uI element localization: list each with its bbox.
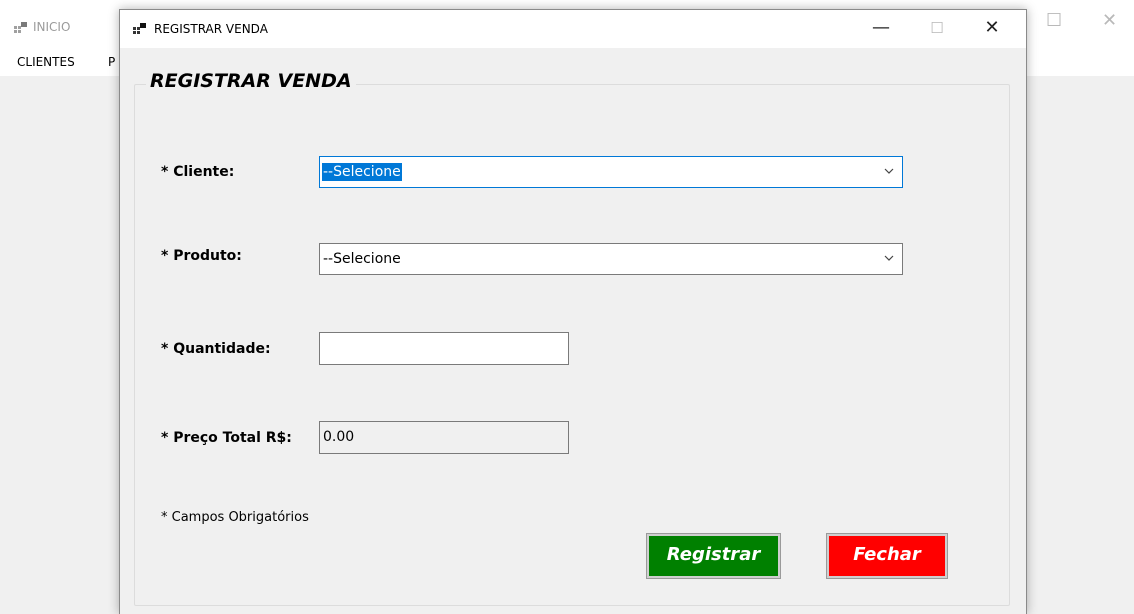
menu-item-clientes[interactable]: CLIENTES: [17, 55, 75, 69]
menu-item-produtos[interactable]: P: [108, 55, 115, 69]
preco-total-label: * Preço Total R$:: [161, 430, 292, 446]
chevron-down-icon[interactable]: [883, 251, 895, 265]
cliente-selected-value: --Selecione: [322, 163, 402, 181]
minimize-button[interactable]: —: [858, 10, 904, 48]
quantidade-label: * Quantidade:: [161, 341, 271, 357]
dialog-app-icon: [133, 22, 146, 34]
dialog-titlebar: REGISTRAR VENDA — ☐ ✕: [120, 10, 1026, 48]
required-fields-note: * Campos Obrigatórios: [161, 510, 309, 525]
registrar-button[interactable]: Registrar: [646, 533, 781, 579]
dialog-title: REGISTRAR VENDA: [154, 22, 268, 36]
maximize-button: ☐: [930, 19, 944, 37]
groupbox-title: REGISTRAR VENDA: [146, 70, 356, 92]
fechar-button[interactable]: Fechar: [826, 533, 948, 579]
app-icon: [14, 21, 27, 33]
main-window-title: INICIO: [33, 20, 71, 34]
registrar-venda-dialog: REGISTRAR VENDA — ☐ ✕ REGISTRAR VENDA * …: [119, 9, 1027, 614]
main-close-icon[interactable]: ✕: [1102, 10, 1117, 31]
quantidade-input[interactable]: [319, 332, 569, 365]
preco-total-value: 0.00: [323, 429, 355, 445]
close-button[interactable]: ✕: [969, 10, 1015, 48]
preco-total-field: 0.00: [319, 421, 569, 454]
cliente-label: * Cliente:: [161, 164, 235, 180]
produto-selected-value: --Selecione: [323, 251, 401, 267]
main-maximize-icon[interactable]: ☐: [1046, 10, 1062, 31]
cliente-combobox[interactable]: --Selecione: [319, 156, 903, 188]
produto-combobox[interactable]: --Selecione: [319, 243, 903, 275]
produto-label: * Produto:: [161, 248, 242, 264]
chevron-down-icon[interactable]: [883, 164, 895, 178]
